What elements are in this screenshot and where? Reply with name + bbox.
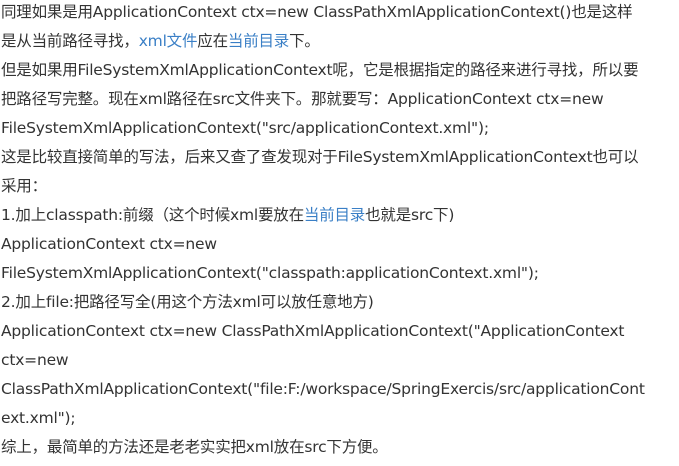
text-segment: 是从当前路径寻找， — [1, 32, 139, 50]
text-line: 采用： — [1, 177, 47, 195]
text-line: 但是如果用FileSystemXmlApplicationContext呢，它是… — [1, 61, 639, 79]
text-line: FileSystemXmlApplicationContext("src/app… — [1, 119, 489, 137]
link-current-directory[interactable]: 当前目录 — [304, 206, 365, 224]
text-line: ApplicationContext ctx=new ClassPathXmlA… — [1, 322, 625, 340]
text-line: ext.xml"); — [1, 409, 76, 427]
text-segment: 下。 — [289, 32, 320, 50]
text-line: 2.加上file:把路径写全(用这个方法xml可以放任意地方) — [1, 293, 374, 311]
text-line: 同理如果是用ApplicationContext ctx=new ClassPa… — [1, 3, 633, 21]
text-line: 这是比较直接简单的写法，后来又查了查发现对于FileSystemXmlAppli… — [1, 148, 639, 166]
text-line: 把路径写完整。现在xml路径在src文件夹下。那就要写：ApplicationC… — [1, 90, 604, 108]
text-segment: 应在 — [197, 32, 228, 50]
text-line: 是从当前路径寻找，xml文件应在当前目录下。 — [1, 27, 679, 56]
text-line: 综上，最简单的方法还是老老实实把xml放在src下方便。 — [1, 438, 388, 456]
text-line: ClassPathXmlApplicationContext("file:F:/… — [1, 380, 645, 398]
link-xml-file[interactable]: xml文件 — [139, 32, 198, 50]
link-current-directory[interactable]: 当前目录 — [228, 32, 289, 50]
text-line: 1.加上classpath:前缀（这个时候xml要放在当前目录也就是src下) — [1, 201, 679, 230]
article-body: 同理如果是用ApplicationContext ctx=new ClassPa… — [0, 0, 679, 464]
text-line: FileSystemXmlApplicationContext("classpa… — [1, 264, 539, 282]
text-segment: 1.加上classpath:前缀（这个时候xml要放在 — [1, 206, 304, 224]
text-line: ctx=new — [1, 351, 69, 369]
text-line: ApplicationContext ctx=new — [1, 235, 217, 253]
text-segment: 也就是src下) — [365, 206, 455, 224]
